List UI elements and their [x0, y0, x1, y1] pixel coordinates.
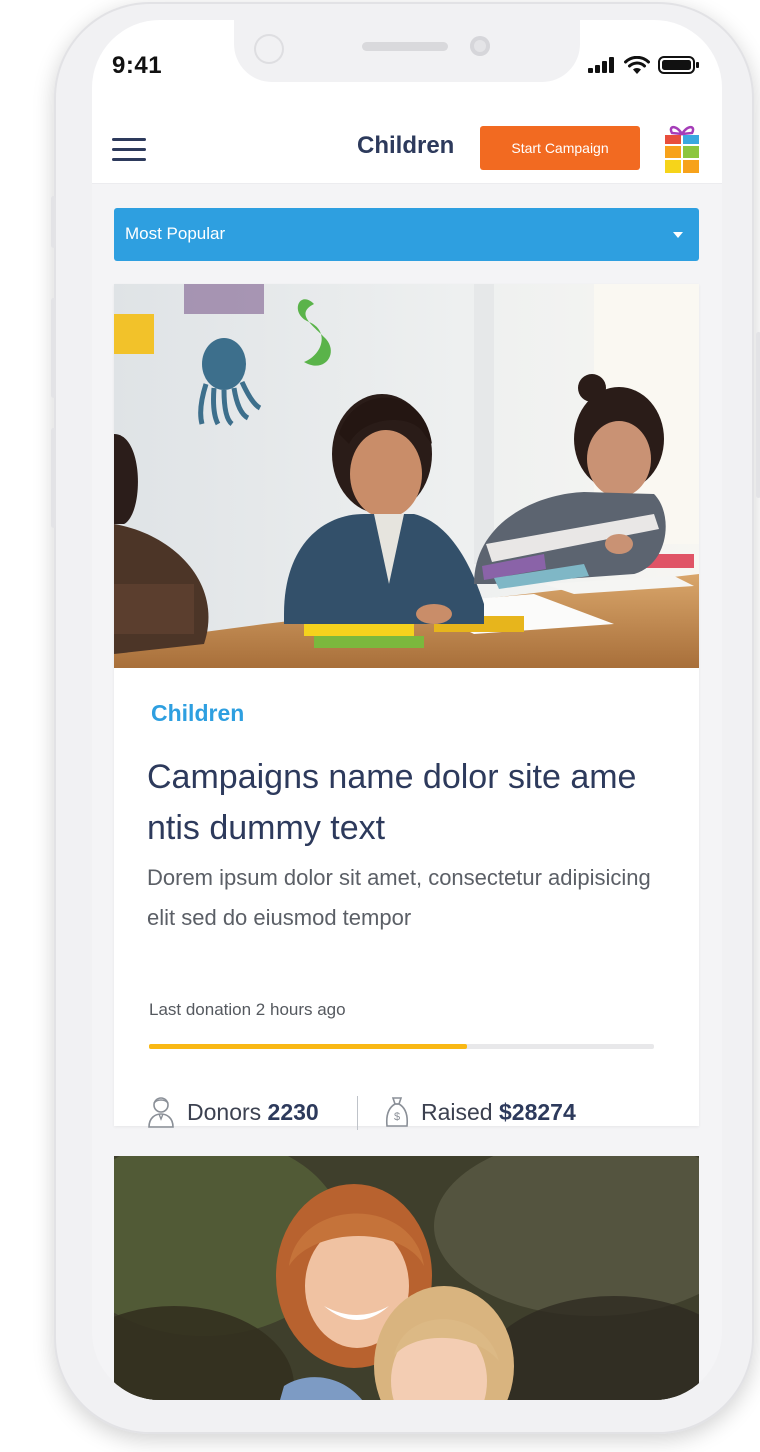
status-bar: 9:41 — [92, 20, 722, 110]
campaign-image — [114, 1156, 699, 1400]
campaign-image — [114, 284, 699, 668]
stats-divider — [357, 1096, 358, 1130]
svg-text:$: $ — [394, 1111, 400, 1123]
campaign-description: Dorem ipsum dolor sit amet, consectetur … — [147, 865, 651, 930]
wifi-icon — [624, 56, 650, 74]
page-title: Children — [357, 132, 455, 159]
campaign-category[interactable]: Children — [151, 700, 244, 727]
phone-screen: 9:41 Children Start Campaign Most Popula… — [92, 20, 722, 1400]
funding-progress-fill — [149, 1044, 468, 1049]
phone-power-button — [756, 332, 760, 498]
phone-mute-switch — [51, 196, 56, 248]
status-icons — [588, 56, 700, 74]
donors-count: 2230 — [267, 1098, 319, 1125]
user-icon — [148, 1097, 174, 1128]
phone-volume-up — [51, 298, 56, 398]
cellular-signal-icon — [588, 57, 614, 73]
campaign-stats: Donors 2230 $ Raised $28274 — [147, 1096, 667, 1136]
phone-volume-down — [51, 428, 56, 528]
phone-notch — [234, 20, 580, 82]
donors-label: Donors — [187, 1098, 262, 1125]
front-camera — [470, 36, 490, 56]
raised-label: Raised — [421, 1098, 493, 1125]
face-sensor — [254, 34, 284, 64]
battery-icon — [658, 56, 699, 74]
app-header: Children Start Campaign — [92, 110, 722, 184]
chevron-down-icon — [673, 232, 683, 238]
money-bag-icon: $ — [385, 1097, 409, 1127]
donors-stat: Donors 2230 — [147, 1096, 319, 1128]
earpiece-speaker — [362, 42, 448, 51]
campaign-card[interactable] — [114, 1156, 699, 1400]
campaign-title[interactable]: Campaigns name dolor site ame ntis dummy… — [147, 752, 667, 854]
raised-stat: $ Raised $28274 — [385, 1096, 576, 1128]
hamburger-menu-icon[interactable] — [112, 138, 146, 162]
start-campaign-button[interactable]: Start Campaign — [480, 126, 640, 170]
raised-amount: $28274 — [499, 1098, 576, 1125]
sort-dropdown[interactable]: Most Popular — [114, 208, 699, 261]
gift-logo-icon[interactable] — [662, 122, 702, 174]
campaign-card[interactable]: Children Campaigns name dolor site ame n… — [114, 284, 699, 1130]
last-donation-text: Last donation 2 hours ago — [149, 1000, 346, 1019]
status-time: 9:41 — [112, 52, 163, 79]
sort-dropdown-value: Most Popular — [125, 224, 226, 243]
funding-progress-bar — [149, 1044, 654, 1049]
